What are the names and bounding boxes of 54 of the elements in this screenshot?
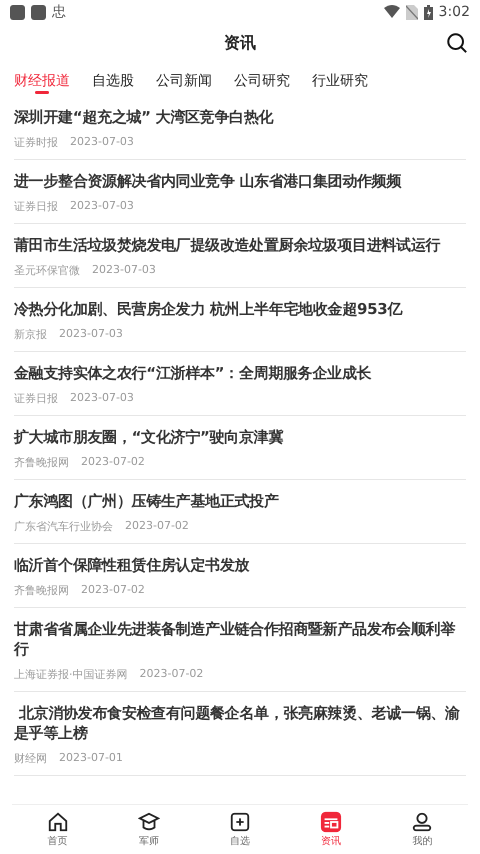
- nav-tab[interactable]: 首页: [12, 805, 104, 854]
- category-tab[interactable]: 自选股: [92, 62, 134, 94]
- article-source: 财经网: [14, 751, 47, 766]
- category-tab[interactable]: 行业研究: [312, 62, 368, 94]
- article-date: 2023-07-03: [70, 135, 134, 150]
- article-source: 广东省汽车行业协会: [14, 519, 113, 534]
- article-title[interactable]: 广东鸿图（广州）压铸生产基地正式投产: [14, 491, 466, 511]
- plus-square-icon: [229, 811, 251, 833]
- nav-tab[interactable]: 自选: [194, 805, 286, 854]
- user-icon: [411, 811, 434, 833]
- article-date: 2023-07-03: [70, 391, 134, 406]
- nav-tab[interactable]: 资讯: [286, 805, 377, 854]
- article-title[interactable]: 临沂首个保障性租赁住房认定书发放: [14, 555, 466, 575]
- nav-tab[interactable]: 我的: [376, 805, 468, 854]
- article-title[interactable]: 深圳开建“超充之城” 大湾区竞争白热化: [14, 107, 466, 127]
- news-icon: [320, 811, 342, 833]
- article-date: 2023-07-02: [81, 455, 145, 470]
- article-source: 圣元环保官微: [14, 263, 80, 278]
- notification-icon: [31, 4, 46, 20]
- article-title[interactable]: 扩大城市朋友圈，“文化济宁”驶向京津冀: [14, 427, 466, 447]
- article-date: 2023-07-02: [125, 519, 189, 534]
- article-date: 2023-07-03: [59, 327, 123, 342]
- article-title[interactable]: 莆田市生活垃圾焚烧发电厂提级改造处置厨余垃圾项目进料试运行: [14, 235, 466, 255]
- article-date: 2023-07-03: [92, 263, 156, 278]
- article-title[interactable]: 北京消协发布食安检查有问题餐企名单，张亮麻辣烫、老诚一锅、渝是乎等上榜: [14, 703, 466, 743]
- article-source: 证券日报: [14, 391, 58, 406]
- article-title[interactable]: 金融支持实体之农行“江浙样本”：全周期服务企业成长: [14, 363, 466, 383]
- home-icon: [46, 811, 69, 833]
- clock-time: 3:02: [438, 4, 470, 20]
- article-source: 证券时报: [14, 135, 58, 150]
- article-title[interactable]: 进一步整合资源解决省内同业竞争 山东省港口集团动作频频: [14, 171, 466, 191]
- article-title[interactable]: 冷热分化加剧、民营房企发力 杭州上半年宅地收金超953亿: [14, 299, 466, 319]
- article-title[interactable]: 甘肃省省属企业先进装备制造产业链合作招商暨新产品发布会顺利举行: [14, 619, 466, 659]
- battery-icon: [424, 4, 433, 20]
- graduation-cap-icon: [138, 811, 160, 833]
- nav-tab[interactable]: 军师: [103, 805, 194, 854]
- article-date: 2023-07-01: [59, 751, 123, 766]
- article-date: 2023-07-03: [70, 199, 134, 214]
- article-source: 上海证券报·中国证券网: [14, 667, 128, 682]
- notification-icon: [10, 4, 25, 20]
- article-source: 齐鲁晚报网: [14, 455, 69, 470]
- page-title: 资讯: [224, 32, 256, 54]
- article-source: 证券日报: [14, 199, 58, 214]
- wifi-icon: [384, 5, 400, 19]
- notification-glyph: 忠: [52, 3, 66, 21]
- article-date: 2023-07-02: [140, 667, 204, 682]
- search-button[interactable]: [446, 32, 468, 54]
- no-sim-icon: [406, 4, 418, 20]
- category-tab[interactable]: 公司研究: [234, 62, 290, 94]
- article-source: 新京报: [14, 327, 47, 342]
- article-source: 齐鲁晚报网: [14, 583, 69, 598]
- article-date: 2023-07-02: [81, 583, 145, 598]
- category-tab[interactable]: 财经报道: [14, 62, 70, 94]
- category-tab[interactable]: 公司新闻: [156, 62, 212, 94]
